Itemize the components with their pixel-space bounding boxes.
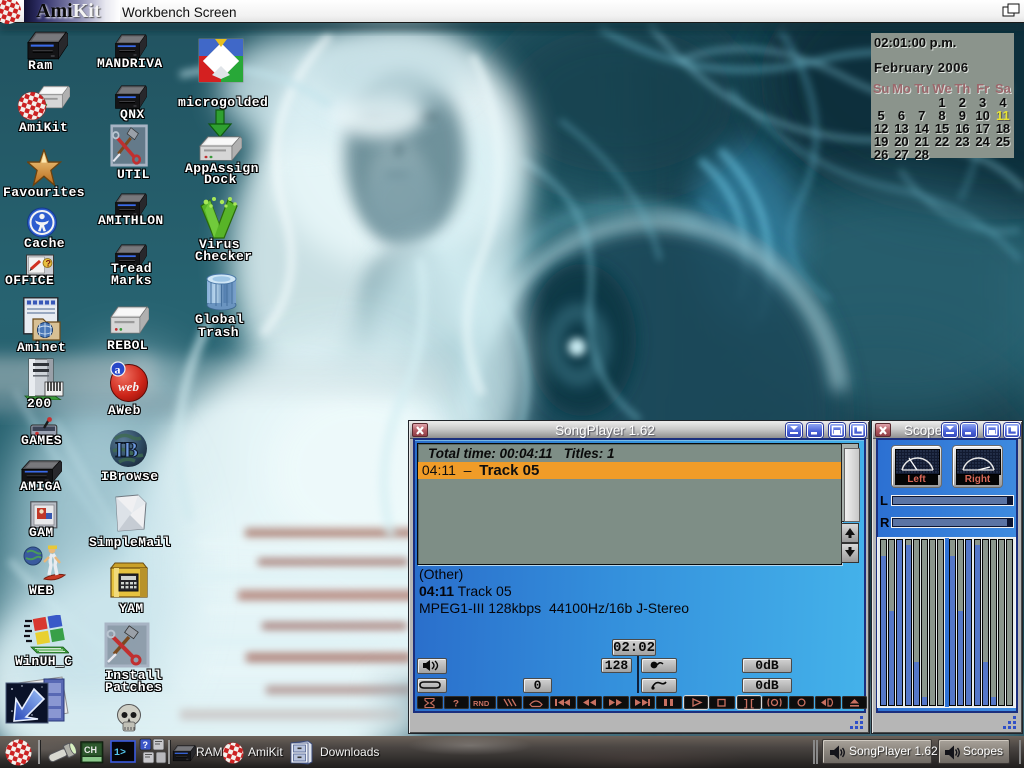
svg-text:][: ][ <box>743 699 755 710</box>
svg-text:RND: RND <box>473 699 490 708</box>
svg-text:?: ? <box>453 700 459 710</box>
